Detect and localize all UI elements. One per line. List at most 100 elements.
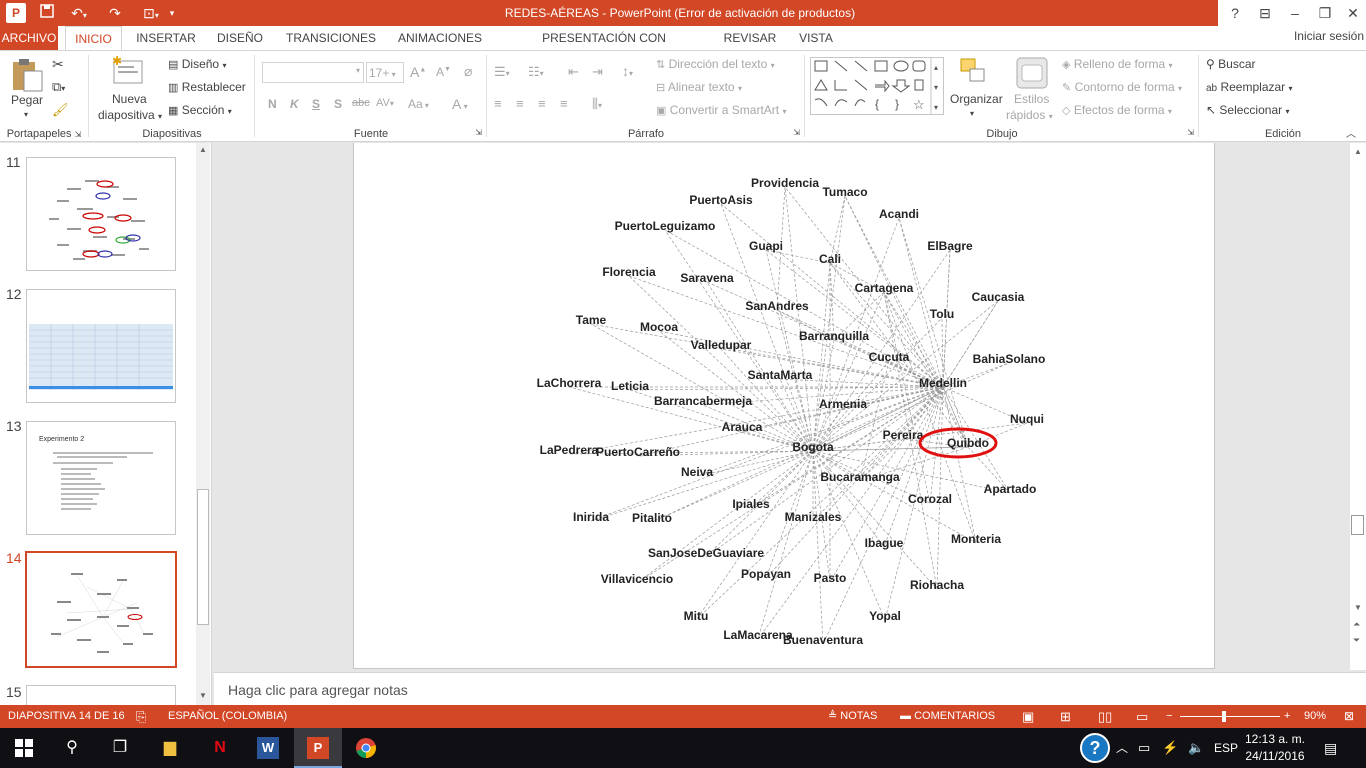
zoom-slider-thumb[interactable] — [1222, 711, 1226, 722]
scroll-down-icon[interactable]: ▼ — [199, 691, 207, 700]
arrange-dropdown-icon[interactable]: ▾ — [970, 109, 974, 118]
slide-scroll-thumb[interactable] — [1351, 515, 1364, 535]
paste-button[interactable] — [10, 57, 44, 96]
slide-thumbnail-15[interactable] — [26, 685, 176, 705]
change-case-button[interactable]: Aa ▾ — [408, 97, 429, 111]
underline-button[interactable]: S — [312, 97, 320, 111]
scroll-thumb[interactable] — [197, 489, 209, 625]
save-icon[interactable] — [36, 3, 58, 23]
clock[interactable]: 12:13 a. m. 24/11/2016 — [1240, 731, 1310, 765]
fit-slide-icon[interactable]: ⊠ — [1344, 705, 1354, 728]
current-slide[interactable]: Providencia Tumaco PuertoAsis Acandi PuertoL… — [353, 143, 1215, 669]
format-painter-icon[interactable]: 🖌 — [52, 102, 69, 118]
network-icon[interactable]: ⚡ — [1162, 728, 1178, 768]
numbering-icon[interactable]: ☷▾ — [528, 64, 544, 80]
reset-button[interactable]: ▥ Restablecer — [168, 80, 246, 94]
chrome-icon[interactable] — [342, 728, 390, 768]
slide-scroll-down-icon[interactable]: ▼ — [1354, 603, 1362, 612]
shape-fill-button[interactable]: ◈ Relleno de forma ▾ — [1062, 57, 1173, 71]
tab-transitions[interactable]: TRANSICIONES — [280, 26, 382, 50]
help-circle-icon[interactable]: ? — [1078, 728, 1112, 768]
previous-slide-icon[interactable]: ⏶ — [1353, 619, 1360, 630]
word-icon[interactable]: W — [244, 728, 292, 768]
slide-scroll-up-icon[interactable]: ▲ — [1354, 147, 1362, 156]
decrease-indent-icon[interactable]: ⇤ — [568, 64, 579, 80]
file-explorer-icon[interactable]: ▆ — [146, 728, 194, 768]
minimize-icon[interactable]: – — [1280, 0, 1310, 26]
zoom-level[interactable]: 90% — [1304, 705, 1326, 728]
align-right-icon[interactable]: ≡ — [538, 96, 546, 111]
restore-icon[interactable]: ❐ — [1310, 0, 1340, 26]
next-slide-icon[interactable]: ⏷ — [1353, 635, 1360, 646]
task-view-icon[interactable]: ❐ — [96, 728, 144, 768]
start-from-beginning-icon[interactable]: ⊡▾ — [136, 3, 166, 23]
grow-font-icon[interactable]: A▲ — [410, 64, 426, 80]
quick-styles-icon[interactable] — [1016, 57, 1048, 92]
font-size-dropdown[interactable]: 17+ ▾ — [366, 62, 404, 83]
text-direction-button[interactable]: ⇅ Dirección del texto ▾ — [656, 57, 775, 71]
collapse-ribbon-icon[interactable]: ︿ — [1346, 125, 1356, 140]
convert-smartart-button[interactable]: ▣ Convertir a SmartArt ▾ — [656, 103, 786, 117]
tab-file[interactable]: ARCHIVO — [0, 26, 58, 50]
notes-placeholder[interactable]: Haga clic para agregar notas — [228, 682, 408, 698]
undo-icon[interactable]: ↶▾ — [64, 3, 94, 23]
font-color-button[interactable]: A ▾ — [452, 96, 468, 112]
tab-design[interactable]: DISEÑO — [210, 26, 270, 50]
layout-button[interactable]: ▤ Diseño ▾ — [168, 57, 226, 71]
scroll-up-icon[interactable]: ▲ — [199, 145, 207, 154]
powerpoint-logo-icon[interactable]: P — [6, 3, 26, 23]
align-text-button[interactable]: ⊟ Alinear texto ▾ — [656, 80, 742, 94]
new-slide-label[interactable]: Nueva — [112, 92, 147, 106]
powerpoint-taskbar-icon[interactable]: P — [294, 728, 342, 768]
spellcheck-icon[interactable]: ⎘ — [136, 705, 146, 728]
italic-button[interactable]: K — [290, 97, 299, 111]
comments-toggle[interactable]: ▬ COMENTARIOS — [900, 705, 995, 728]
slide-thumbnail-13[interactable]: Experimento 2 — [26, 421, 176, 535]
tab-home[interactable]: INICIO — [65, 26, 122, 50]
slide-sorter-icon[interactable]: ⊞ — [1060, 705, 1071, 728]
notes-toggle[interactable]: ≜ NOTAS — [828, 705, 877, 728]
shape-outline-button[interactable]: ✎ Contorno de forma ▾ — [1062, 80, 1182, 94]
shadow-button[interactable]: S — [334, 97, 342, 111]
strikethrough-button[interactable]: abc — [352, 97, 370, 109]
new-slide-label-2[interactable]: diapositiva ▾ — [98, 108, 162, 122]
language-indicator[interactable]: ESPAÑOL (COLOMBIA) — [168, 705, 287, 728]
arrange-icon[interactable] — [958, 56, 988, 89]
line-spacing-icon[interactable]: ↕▾ — [622, 63, 633, 79]
align-left-icon[interactable]: ≡ — [494, 96, 502, 111]
sign-in-link[interactable]: Iniciar sesión — [1294, 26, 1364, 46]
character-spacing-button[interactable]: AV▾ — [376, 97, 394, 109]
reading-view-icon[interactable]: ▯▯ — [1098, 705, 1112, 728]
notes-pane[interactable]: Haga clic para agregar notas — [214, 672, 1366, 705]
section-button[interactable]: ▦ Sección ▾ — [168, 103, 232, 117]
zoom-in-icon[interactable]: + — [1284, 705, 1290, 728]
arrange-label[interactable]: Organizar — [950, 92, 1003, 106]
columns-icon[interactable]: ⫼▾ — [592, 96, 602, 112]
tray-overflow-icon[interactable]: ︿ — [1116, 728, 1128, 768]
slide-thumbnail-11[interactable] — [26, 157, 176, 271]
netflix-icon[interactable]: N — [196, 728, 244, 768]
cut-icon[interactable]: ✂ — [52, 56, 64, 73]
slide-scrollbar[interactable]: ▲ ▼ ⏶ ⏷ — [1350, 143, 1366, 670]
slide-thumbnail-12[interactable] — [26, 289, 176, 403]
new-slide-icon[interactable]: ✱ — [112, 54, 146, 88]
battery-icon[interactable]: ▭ — [1138, 728, 1150, 768]
windows-start-icon[interactable] — [0, 728, 48, 768]
clear-formatting-icon[interactable]: ⌀ — [464, 63, 472, 80]
align-center-icon[interactable]: ≡ — [516, 96, 524, 111]
tab-review[interactable]: REVISAR — [718, 26, 782, 50]
tab-animations[interactable]: ANIMACIONES — [392, 26, 488, 50]
tab-view[interactable]: VISTA — [792, 26, 840, 50]
search-icon[interactable]: ⚲ — [48, 728, 96, 768]
slide-thumbnail-14[interactable] — [25, 551, 177, 668]
tab-slideshow[interactable]: PRESENTACIÓN CON DIAPOSITIVAS — [500, 26, 708, 69]
justify-icon[interactable]: ≡ — [560, 96, 568, 111]
quick-styles-label[interactable]: Estilos — [1014, 92, 1049, 106]
replace-button[interactable]: ab Reemplazar ▾ — [1206, 80, 1293, 94]
quick-styles-label-2[interactable]: rápidos ▾ — [1006, 108, 1053, 122]
ribbon-display-options-icon[interactable]: ⊟ — [1250, 0, 1280, 26]
shape-effects-button[interactable]: ◇ Efectos de forma ▾ — [1062, 103, 1172, 117]
bold-button[interactable]: N — [268, 97, 277, 111]
zoom-out-icon[interactable]: − — [1166, 705, 1172, 728]
close-icon[interactable]: ✕ — [1338, 0, 1366, 26]
